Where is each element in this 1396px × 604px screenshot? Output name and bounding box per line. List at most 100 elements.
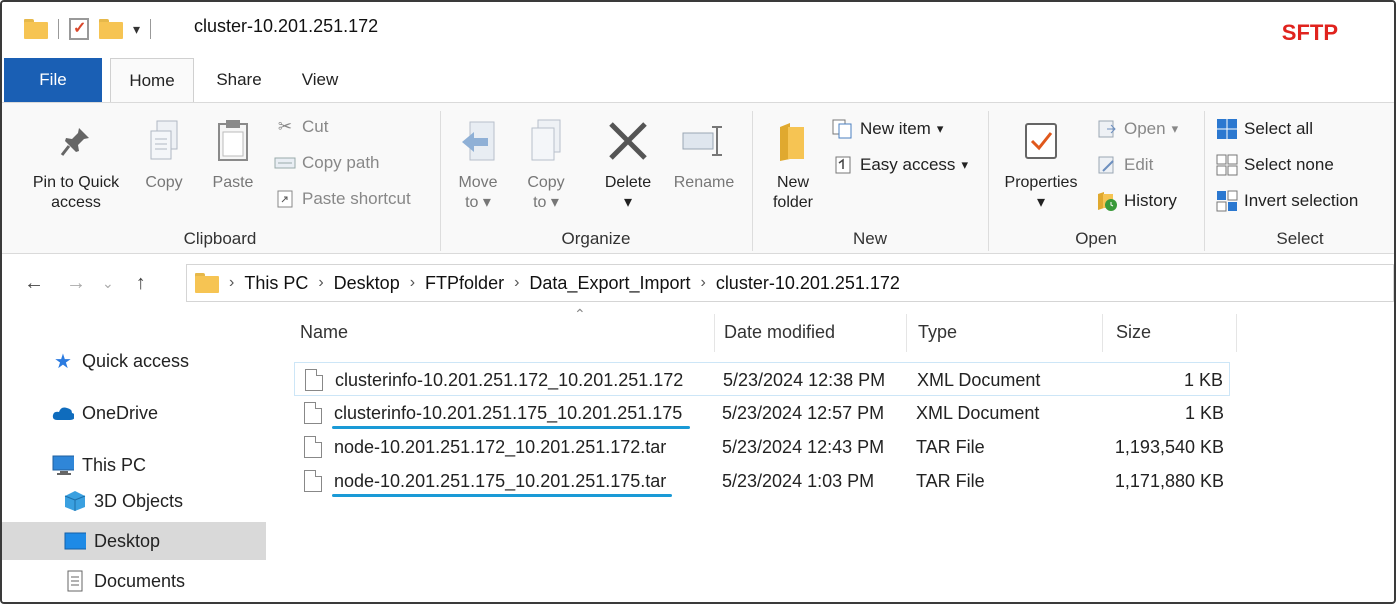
copy-to-button[interactable]: Copy to ▾ <box>520 109 572 213</box>
new-group-label: New <box>852 229 887 248</box>
table-row[interactable]: clusterinfo-10.201.251.172_10.201.251.17… <box>294 362 1230 396</box>
column-header-type[interactable]: Type <box>918 314 957 350</box>
sidebar-item-onedrive[interactable]: OneDrive <box>2 394 266 432</box>
cloud-icon <box>52 403 74 423</box>
divider[interactable] <box>906 314 907 352</box>
folder-icon <box>195 273 219 293</box>
divider[interactable] <box>1102 314 1103 352</box>
up-arrow-icon[interactable]: ↑ <box>136 272 146 295</box>
breadcrumb-separator: › <box>229 274 235 291</box>
paste-shortcut-icon <box>274 189 296 209</box>
file-date: 5/23/2024 12:43 PM <box>722 436 885 457</box>
new-item-chevron-icon: ▾ <box>936 121 944 136</box>
rename-label: Rename <box>673 174 735 191</box>
copy-path-label: Copy path <box>302 153 380 172</box>
sidebar-item-3d-objects[interactable]: 3D Objects <box>2 482 266 520</box>
breadcrumb-data-export-import[interactable]: Data_Export_Import <box>529 273 690 294</box>
breadcrumb-desktop[interactable]: Desktop <box>334 273 400 294</box>
sidebar-item-quick-access[interactable]: ★ Quick access <box>2 342 266 380</box>
new-item-button[interactable]: New item ▾ <box>832 119 943 139</box>
divider[interactable] <box>714 314 715 352</box>
column-header-date[interactable]: Date modified <box>724 314 835 350</box>
invert-selection-icon <box>1216 190 1238 212</box>
column-header-size[interactable]: Size <box>1116 314 1151 350</box>
properties-label: Properties <box>1004 174 1078 191</box>
customize-toolbar-chevron-icon[interactable]: ▾ <box>133 21 140 38</box>
breadcrumb-ftpfolder[interactable]: FTPfolder <box>425 273 504 294</box>
delete-label: Delete <box>604 174 652 191</box>
file-list: ⌃ Name Date modified Type Size clusterin… <box>266 306 1394 602</box>
properties-button[interactable]: Properties ▾ <box>996 109 1086 213</box>
table-row[interactable]: node-10.201.251.175_10.201.251.175.tar 5… <box>294 464 1230 498</box>
forward-arrow-icon[interactable]: → <box>66 272 86 295</box>
open-button[interactable]: Open ▾ <box>1096 119 1178 139</box>
organize-group: Move to ▾ Copy to ▾ Delete ▾ Rename Orga… <box>442 103 750 255</box>
select-all-label: Select all <box>1244 119 1313 138</box>
table-row[interactable]: node-10.201.251.172_10.201.251.172.tar 5… <box>294 430 1230 464</box>
navigation-bar: ← → ⌄ ↑ › This PC › Desktop › FTPfolder … <box>2 258 1394 308</box>
invert-selection-label: Invert selection <box>1244 191 1359 210</box>
cut-button[interactable]: ✂ Cut <box>274 117 329 137</box>
copy-path-button[interactable]: Copy path <box>274 153 380 173</box>
paste-button[interactable]: Paste <box>202 109 264 193</box>
divider <box>988 111 989 251</box>
new-folder-button[interactable]: New folder <box>762 109 824 213</box>
properties-quick-icon[interactable]: ✓ <box>69 18 89 40</box>
new-folder-quick-icon[interactable] <box>99 19 123 39</box>
folder-icon <box>24 19 48 39</box>
quick-access-toolbar: ✓ ▾ <box>24 18 152 40</box>
file-type: XML Document <box>916 402 1040 423</box>
tab-home[interactable]: Home <box>110 58 194 102</box>
select-none-label: Select none <box>1244 155 1334 174</box>
move-to-label-1: Move <box>458 174 498 191</box>
select-none-button[interactable]: Select none <box>1216 154 1334 176</box>
copy-icon <box>147 109 181 173</box>
back-arrow-icon[interactable]: ← <box>24 272 44 295</box>
easy-access-button[interactable]: Easy access ▾ <box>832 155 968 175</box>
tab-share[interactable]: Share <box>194 58 284 102</box>
file-type: XML Document <box>917 369 1041 390</box>
column-header-name[interactable]: Name <box>300 314 348 350</box>
select-group-label: Select <box>1276 229 1324 248</box>
table-row[interactable]: clusterinfo-10.201.251.175_10.201.251.17… <box>294 396 1230 430</box>
open-group-label: Open <box>1075 229 1117 248</box>
delete-x-icon <box>607 109 649 173</box>
breadcrumb-cluster[interactable]: cluster-10.201.251.172 <box>716 273 900 294</box>
explorer-window: ✓ ▾ cluster-10.201.251.172 SFTP File Hom… <box>0 0 1396 604</box>
file-date: 5/23/2024 12:57 PM <box>722 402 885 423</box>
tab-view[interactable]: View <box>284 58 356 102</box>
tab-file[interactable]: File <box>4 58 102 102</box>
breadcrumb-this-pc[interactable]: This PC <box>244 273 308 294</box>
delete-button[interactable]: Delete ▾ <box>588 109 668 213</box>
select-all-button[interactable]: Select all <box>1216 119 1313 139</box>
file-name: node-10.201.251.175_10.201.251.175.tar <box>334 470 667 491</box>
copy-button[interactable]: Copy <box>138 109 190 193</box>
move-to-label-2: to ▾ <box>465 194 491 211</box>
address-bar[interactable]: › This PC › Desktop › FTPfolder › Data_E… <box>186 264 1394 302</box>
move-to-button[interactable]: Move to ▾ <box>452 109 504 213</box>
recent-locations-chevron-icon[interactable]: ⌄ <box>102 275 114 292</box>
rename-button[interactable]: Rename <box>668 109 740 193</box>
pin-icon <box>59 109 93 173</box>
navigation-pane: ★ Quick access OneDrive This PC 3D Objec… <box>2 308 266 602</box>
easy-access-icon <box>832 155 854 175</box>
new-folder-icon <box>776 109 810 173</box>
divider[interactable] <box>1236 314 1237 352</box>
properties-chevron-icon: ▾ <box>1036 194 1046 211</box>
invert-selection-button[interactable]: Invert selection <box>1216 190 1359 212</box>
sidebar-item-desktop[interactable]: Desktop <box>2 522 266 560</box>
pin-to-quick-access-button[interactable]: Pin to Quick access <box>18 109 134 213</box>
properties-icon <box>1023 109 1059 173</box>
paste-shortcut-button[interactable]: Paste shortcut <box>274 189 411 209</box>
sidebar-item-this-pc[interactable]: This PC <box>2 446 266 484</box>
copy-to-label-1: Copy <box>527 174 565 191</box>
new-group: New folder New item ▾ Easy access ▾ New <box>754 103 986 255</box>
sidebar-item-documents[interactable]: Documents <box>2 562 266 600</box>
sidebar-item-label: Desktop <box>94 530 161 551</box>
history-button[interactable]: History <box>1096 191 1177 211</box>
cut-label: Cut <box>302 117 329 136</box>
edit-button[interactable]: Edit <box>1096 155 1153 175</box>
history-icon <box>1096 191 1118 211</box>
ribbon-tabs: File Home Share View <box>2 58 1394 102</box>
sidebar-item-label: Quick access <box>82 350 190 371</box>
